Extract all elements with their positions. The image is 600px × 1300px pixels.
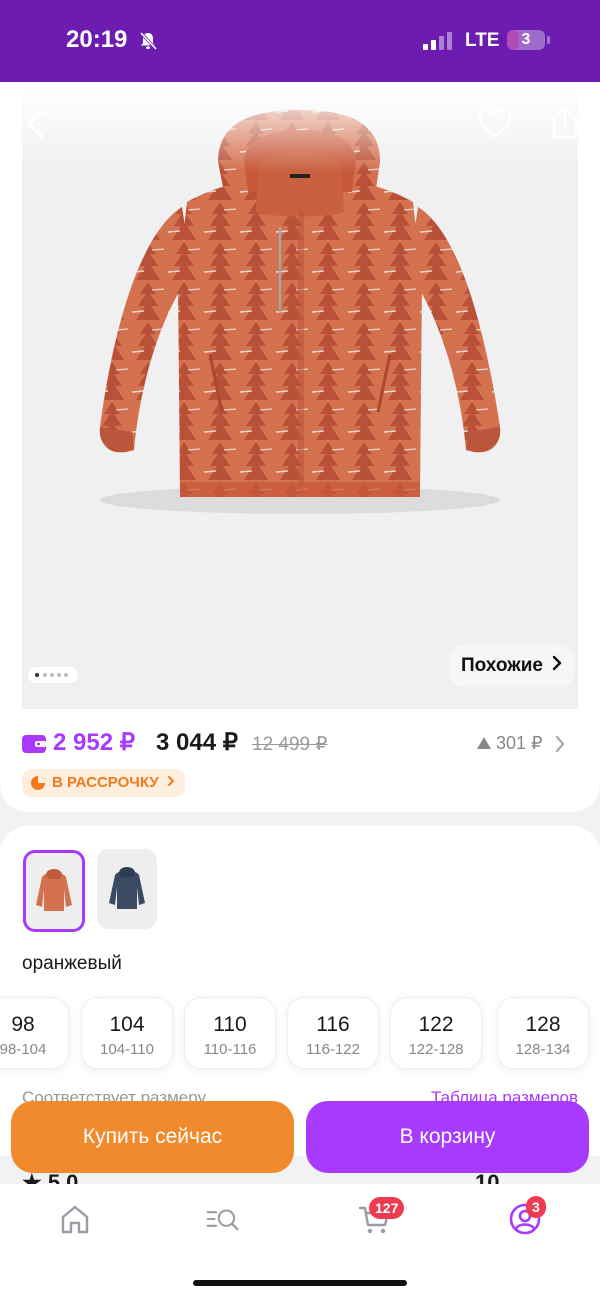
product-card: Похожие 2 952 ₽ 3 044 ₽ 12 499 ₽ 301 ₽ В… (0, 82, 600, 812)
add-to-cart-button[interactable]: В корзину (306, 1101, 589, 1173)
battery-icon: 3 (507, 30, 545, 50)
bell-muted-icon (139, 31, 158, 51)
price-drop: 301 ₽ (477, 733, 543, 754)
swatch-navy-image (97, 849, 157, 929)
size-option[interactable]: 104 104-110 (82, 998, 172, 1068)
catalog-search-icon[interactable] (206, 1202, 240, 1236)
status-bar: 20:19 LTE 3 (0, 0, 600, 82)
installment-icon (31, 776, 45, 790)
installment-badge[interactable]: В РАССРОЧКУ (22, 769, 185, 797)
size-range: 122-128 (408, 1041, 464, 1058)
size-value: 104 (109, 1013, 145, 1036)
battery-cap (547, 36, 550, 44)
pagination-dot (43, 673, 47, 677)
network-label: LTE (465, 30, 500, 51)
pagination-dot (35, 673, 39, 677)
price-row[interactable]: 2 952 ₽ 3 044 ₽ 12 499 ₽ 301 ₽ (22, 728, 582, 762)
cart-badge: 127 (369, 1197, 405, 1219)
size-range: 128-134 (515, 1041, 571, 1058)
pagination-dot (50, 673, 54, 677)
product-gallery[interactable] (22, 82, 578, 709)
chevron-right-icon (553, 655, 562, 671)
battery-level: 3 (521, 31, 531, 48)
size-option[interactable]: 98 98-104 (0, 998, 68, 1068)
buy-now-button[interactable]: Купить сейчас (11, 1101, 294, 1173)
chevron-right-icon (167, 776, 175, 786)
size-range: 104-110 (100, 1041, 154, 1058)
swatch-orange-image (26, 853, 82, 929)
size-range: 98-104 (0, 1041, 47, 1058)
current-price: 3 044 ₽ (156, 729, 238, 756)
size-range: 110-116 (203, 1041, 257, 1058)
share-icon[interactable] (550, 104, 580, 140)
home-icon[interactable] (58, 1202, 92, 1236)
size-range: 116-122 (306, 1041, 360, 1058)
pagination-dot (64, 673, 68, 677)
home-indicator (193, 1280, 407, 1286)
status-time: 20:19 (66, 26, 128, 53)
size-option[interactable]: 110 110-116 (185, 998, 275, 1068)
heart-icon[interactable] (478, 108, 512, 138)
similar-button[interactable]: Похожие (449, 645, 575, 687)
size-option[interactable]: 116 116-122 (288, 998, 378, 1068)
gallery-pagination (28, 667, 78, 683)
triangle-up-icon (477, 737, 491, 749)
size-value: 128 (525, 1013, 561, 1036)
size-selector: 98 98-104 104 104-110 110 110-116 116 11… (0, 998, 600, 1070)
pagination-dot (57, 673, 61, 677)
color-swatch-orange[interactable] (23, 850, 85, 932)
size-value: 116 (316, 1013, 350, 1036)
signal-icon (423, 32, 452, 50)
old-price: 12 499 ₽ (252, 734, 328, 755)
selected-color-label: оранжевый (22, 953, 122, 974)
size-option[interactable]: 122 122-128 (391, 998, 481, 1068)
size-value: 98 (11, 1013, 35, 1036)
price-drop-value: 301 ₽ (496, 733, 543, 753)
back-icon[interactable] (24, 108, 48, 140)
wallet-icon (22, 735, 46, 753)
product-image (99, 110, 501, 514)
similar-label: Похожие (461, 655, 543, 676)
size-option[interactable]: 128 128-134 (498, 998, 588, 1068)
size-value: 110 (213, 1013, 247, 1036)
size-value: 122 (418, 1013, 454, 1036)
installment-label: В РАССРОЧКУ (52, 774, 159, 791)
chevron-right-icon (555, 735, 565, 753)
color-swatch-navy[interactable] (97, 849, 157, 929)
profile-badge: 3 (526, 1196, 546, 1218)
wallet-price: 2 952 ₽ (53, 729, 135, 756)
